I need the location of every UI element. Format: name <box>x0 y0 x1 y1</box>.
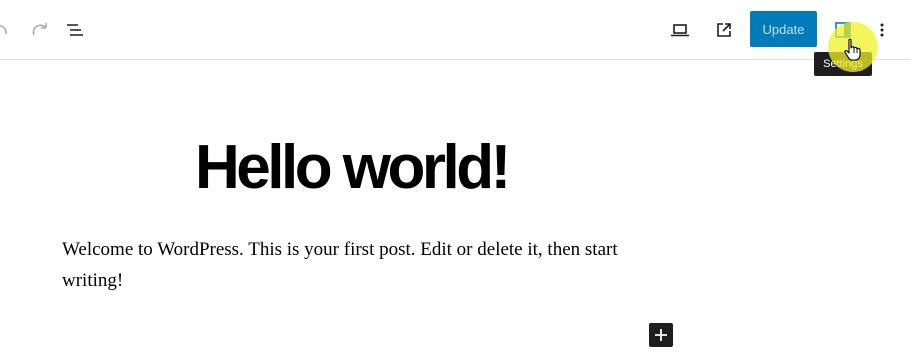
post-title[interactable]: Hello world! <box>195 128 511 208</box>
editor-toolbar: Update <box>0 0 911 60</box>
list-view-icon[interactable] <box>61 16 89 44</box>
add-block-button[interactable] <box>649 323 673 347</box>
update-button[interactable]: Update <box>750 11 817 47</box>
undo-icon[interactable] <box>0 16 14 44</box>
plus-icon <box>653 327 669 343</box>
external-link-icon[interactable] <box>710 16 738 44</box>
post-paragraph[interactable]: Welcome to WordPress. This is your first… <box>62 234 682 296</box>
redo-icon[interactable] <box>26 16 54 44</box>
laptop-icon[interactable] <box>666 16 694 44</box>
hand-pointer-icon <box>843 38 863 67</box>
